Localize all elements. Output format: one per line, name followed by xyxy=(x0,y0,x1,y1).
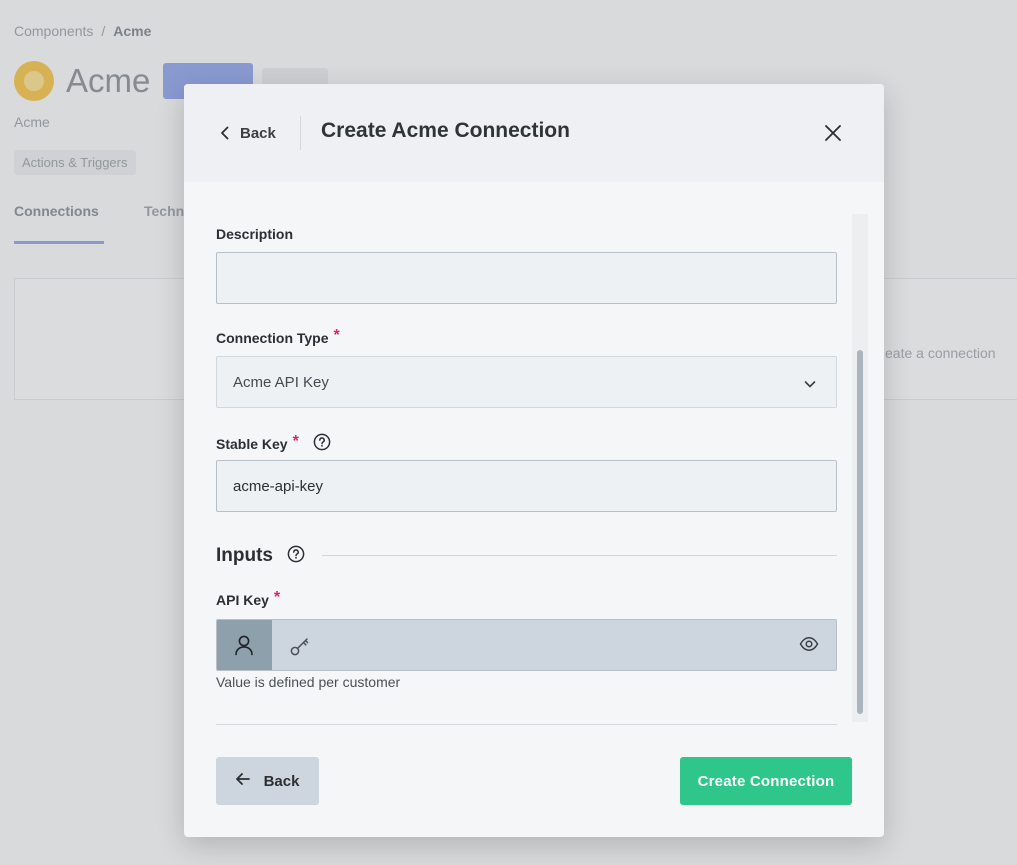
modal-title: Create Acme Connection xyxy=(321,119,570,142)
modal-header: Back Create Acme Connection xyxy=(184,84,884,182)
user-icon xyxy=(235,635,253,656)
chevron-down-icon xyxy=(804,376,816,393)
inputs-section-header: Inputs xyxy=(216,542,837,570)
modal-body: Description Connection Type * Acme API K… xyxy=(184,182,884,742)
body-divider xyxy=(216,724,837,725)
header-back-button[interactable]: Back xyxy=(220,121,276,145)
header-back-label: Back xyxy=(240,124,276,142)
description-label-text: Description xyxy=(216,226,294,242)
stable-key-label-text: Stable Key xyxy=(216,435,288,452)
chevron-left-icon xyxy=(220,126,230,140)
api-key-label-text: API Key xyxy=(216,592,269,608)
question-circle-icon[interactable] xyxy=(313,433,331,454)
required-asterisk: * xyxy=(333,327,340,344)
per-customer-toggle[interactable] xyxy=(217,620,272,670)
footer-back-button[interactable]: Back xyxy=(216,757,319,805)
question-circle-icon[interactable] xyxy=(287,545,305,568)
description-input[interactable] xyxy=(216,252,837,304)
close-icon xyxy=(822,125,844,148)
arrow-left-icon xyxy=(235,772,250,790)
key-icon xyxy=(289,635,311,662)
connection-type-label-text: Connection Type xyxy=(216,330,329,346)
create-connection-modal: Back Create Acme Connection Description … xyxy=(184,84,884,837)
scrollbar-thumb[interactable] xyxy=(857,350,863,714)
header-divider xyxy=(300,116,301,150)
section-divider xyxy=(322,555,837,556)
connection-type-value: Acme API Key xyxy=(233,373,329,391)
api-key-field[interactable] xyxy=(216,619,837,671)
connection-type-label: Connection Type * xyxy=(216,327,340,347)
connection-type-select[interactable]: Acme API Key xyxy=(216,356,837,408)
inputs-section-title: Inputs xyxy=(216,545,273,566)
footer-back-label: Back xyxy=(263,772,300,790)
api-key-hint: Value is defined per customer xyxy=(216,674,401,690)
close-button[interactable] xyxy=(822,122,844,144)
eye-icon[interactable] xyxy=(799,634,819,659)
stable-key-label: Stable Key * xyxy=(216,433,331,454)
create-connection-button[interactable]: Create Connection xyxy=(680,757,852,805)
required-asterisk: * xyxy=(273,589,281,606)
stable-key-input[interactable] xyxy=(216,460,837,512)
required-asterisk: * xyxy=(292,432,299,450)
api-key-label: API Key * xyxy=(216,589,281,609)
description-label: Description xyxy=(216,226,293,242)
